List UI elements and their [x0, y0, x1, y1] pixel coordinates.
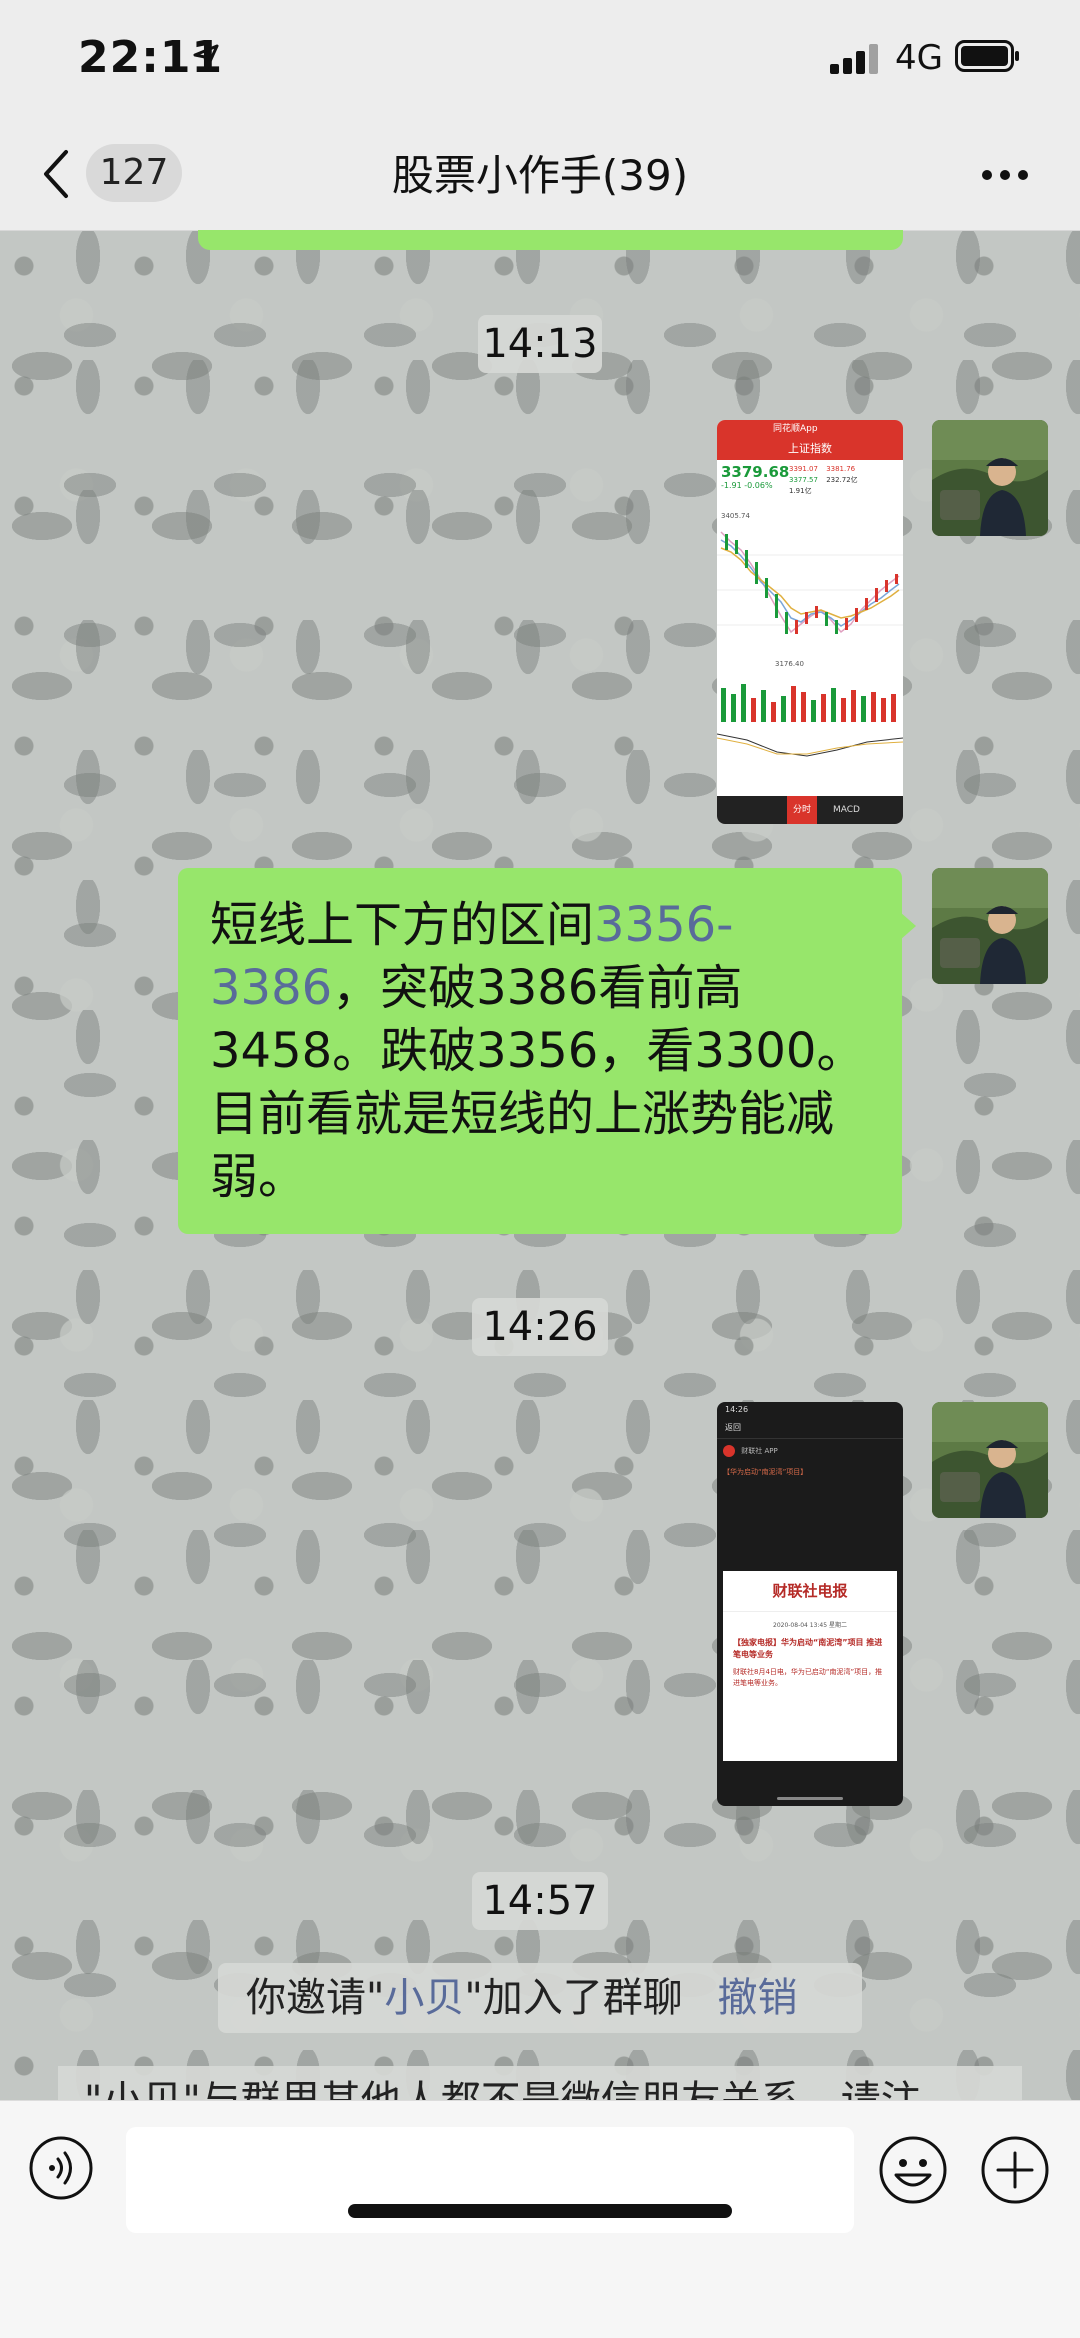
- location-arrow-icon: [193, 44, 219, 70]
- stock-app-name: 同花顺App: [773, 424, 818, 434]
- news-image-message[interactable]: 14:26 返回 财联社 APP 【华为启动“南泥湾”项目】 财联社电报 202…: [717, 1402, 903, 1806]
- invited-user-name[interactable]: 小贝: [384, 1975, 464, 2021]
- stock-low-value: 3176.40: [775, 660, 804, 668]
- status-bar: 22:11 4G: [0, 0, 1080, 120]
- system-suffix: "加入了群聊: [464, 1975, 683, 2021]
- news-card: 财联社电报 2020-08-04 13:45 星期二 【独家电报】华为启动“南泥…: [723, 1571, 897, 1761]
- news-date: 2020-08-04 13:45 星期二: [773, 1622, 847, 1629]
- message-timestamp: 14:26: [472, 1298, 608, 1356]
- more-options-icon[interactable]: [980, 168, 1030, 182]
- add-more-icon[interactable]: [980, 2135, 1050, 2205]
- system-invite-notice: 你邀请"小贝"加入了群聊 撤销: [218, 1963, 862, 2033]
- news-home-indicator: [777, 1797, 843, 1800]
- stock-low: 3377.57: [789, 476, 818, 484]
- chat-title: 股票小作手(39): [391, 151, 689, 200]
- home-indicator[interactable]: [348, 2204, 732, 2218]
- message-timestamp: 14:57: [472, 1872, 608, 1930]
- news-headline: 【华为启动“南泥湾”项目】: [723, 1468, 808, 1476]
- stock-high: 3381.76: [826, 465, 856, 473]
- news-app-name: 财联社 APP: [741, 1447, 778, 1455]
- chat-input-bar: [0, 2100, 1080, 2338]
- macd-panel: [717, 733, 903, 757]
- news-app-logo-icon: [723, 1445, 735, 1457]
- stock-open: 3391.07: [789, 465, 818, 473]
- system-prefix: 你邀请": [246, 1975, 385, 2021]
- news-banner: 财联社电报: [723, 1571, 897, 1612]
- message-timestamp: 14:13: [478, 315, 602, 373]
- text-message-bubble[interactable]: 短线上下方的区间3356-3386，突破3386看前高3458。跌破3356，看…: [178, 868, 902, 1234]
- news-summary: 【华为启动“南泥湾”项目】: [717, 1463, 903, 1571]
- kline-chart: [717, 520, 903, 660]
- message-text-part1: 短线上下方的区间: [210, 897, 595, 953]
- bubble-tail: [900, 912, 916, 940]
- stock-top-value: 3405.74: [721, 512, 750, 520]
- voice-input-icon[interactable]: [28, 2135, 94, 2201]
- stock-chart-image-message[interactable]: 同花顺App 上证指数 3379.68 -1.91 -0.06% 3391.07…: [717, 420, 903, 824]
- network-type: 4G: [895, 38, 943, 78]
- news-body: 财联社8月4日电，华为已启动“南泥湾”项目，推进笔电等业务。: [733, 1668, 883, 1687]
- stock-index-name: 上证指数: [717, 438, 903, 460]
- avatar[interactable]: [932, 420, 1048, 536]
- news-back: 返回: [717, 1418, 903, 1439]
- stock-bottom-toolbar: 分时 MACD: [717, 796, 903, 824]
- battery-icon: [955, 40, 1019, 72]
- stock-volume: 1.91亿: [789, 487, 812, 495]
- news-subhead: 【独家电报】华为启动“南泥湾”项目 推进笔电等业务: [733, 1638, 883, 1659]
- stock-tab-active: 分时: [787, 796, 818, 824]
- avatar[interactable]: [932, 1402, 1048, 1518]
- stock-amount: 232.72亿: [826, 476, 858, 484]
- news-statusbar-time: 14:26: [725, 1405, 749, 1414]
- emoji-icon[interactable]: [878, 2135, 948, 2205]
- volume-bars: [721, 684, 896, 722]
- stock-indicator: MACD: [833, 805, 860, 815]
- stock-quote-panel: 3379.68 -1.91 -0.06% 3391.07 3381.76 337…: [717, 460, 903, 512]
- cellular-signal-icon: [830, 44, 878, 74]
- revoke-link[interactable]: 撤销: [718, 1975, 798, 2021]
- previous-message-bubble[interactable]: [198, 230, 903, 250]
- chat-header: 127 股票小作手(39): [0, 120, 1080, 231]
- stock-app-statusbar: 同花顺App: [717, 420, 903, 438]
- avatar[interactable]: [932, 868, 1048, 984]
